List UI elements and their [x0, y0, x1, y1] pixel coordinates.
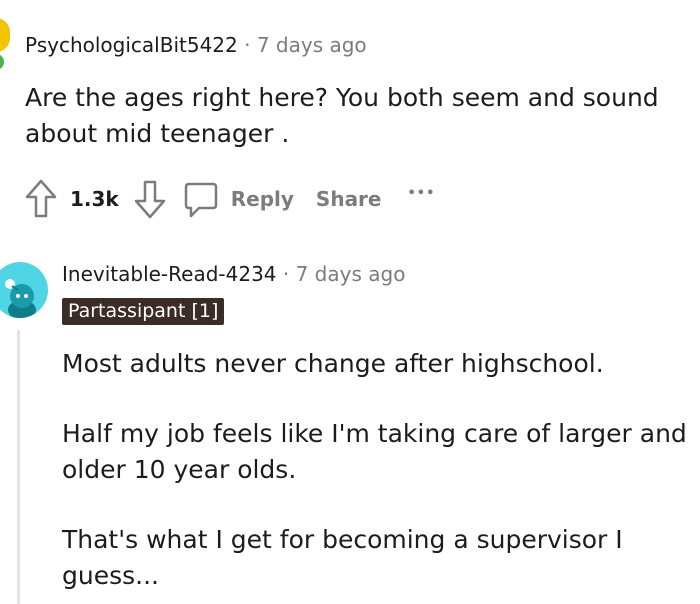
paragraph: Half my job feels like I'm taking care o… [62, 419, 687, 484]
meta-separator: · [244, 33, 251, 57]
paragraph: Most adults never change after highschoo… [62, 349, 604, 378]
snoo-icon [5, 279, 36, 318]
user-flair: Partassipant [1] [62, 298, 225, 325]
comment-body: Are the ages right here? You both seem a… [25, 83, 659, 148]
thread-line[interactable] [17, 330, 20, 604]
comment-body: Most adults never change after highschoo… [62, 346, 692, 594]
username[interactable]: PsychologicalBit5422 [25, 33, 238, 57]
avatar[interactable] [0, 18, 10, 70]
timestamp[interactable]: 7 days ago [257, 33, 367, 57]
downvote-icon[interactable] [133, 178, 167, 220]
username[interactable]: Inevitable-Read-4234 [62, 262, 277, 286]
timestamp[interactable]: 7 days ago [296, 262, 406, 286]
action-bar: 1.3k Reply Share ••• [24, 178, 435, 220]
vote-count: 1.3k [70, 187, 119, 211]
share-button[interactable]: Share [316, 187, 382, 211]
meta-separator: · [282, 262, 290, 286]
reply-label: Reply [230, 187, 294, 211]
comment-meta: Inevitable-Read-4234 · 7 days ago [62, 262, 405, 286]
comment-meta: PsychologicalBit5422 · 7 days ago [25, 33, 367, 57]
comment-bubble-icon [183, 179, 219, 219]
reply-button[interactable]: Reply [183, 179, 294, 219]
upvote-icon[interactable] [24, 178, 58, 220]
avatar[interactable] [0, 262, 48, 318]
more-options-icon[interactable]: ••• [408, 186, 436, 201]
paragraph: That's what I get for becoming a supervi… [62, 525, 623, 590]
